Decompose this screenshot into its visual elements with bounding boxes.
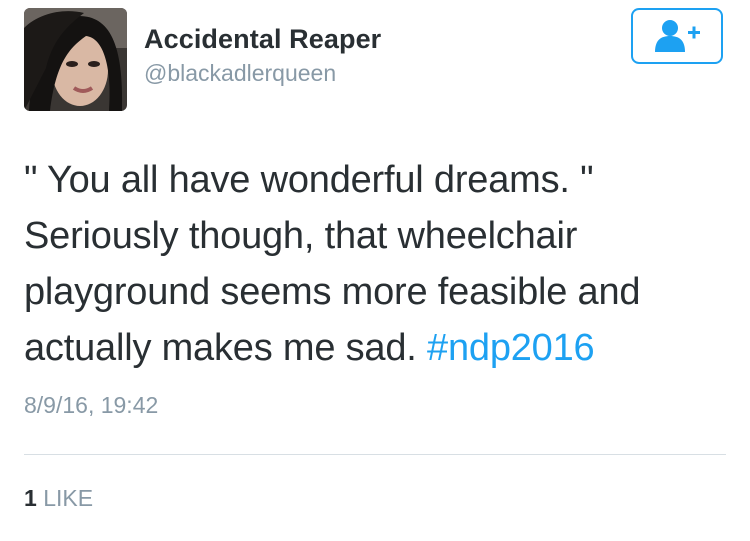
display-name[interactable]: Accidental Reaper [144, 24, 381, 55]
tweet-timestamp: 8/9/16, 19:42 [24, 392, 159, 418]
tweet-text-line: actually makes me sad. #ndp2016 [24, 320, 724, 376]
follow-button[interactable] [631, 8, 723, 64]
follow-user-plus-icon [655, 20, 700, 52]
like-label: LIKE [43, 485, 94, 511]
divider [24, 454, 726, 455]
user-handle[interactable]: @blackadlerqueen [144, 60, 336, 87]
tweet-text-segment: actually makes me sad. [24, 327, 428, 369]
tweet-text: " You all have wonderful dreams. " Serio… [24, 152, 724, 376]
like-count-stat[interactable]: 1 LIKE [24, 485, 93, 512]
tweet-text-line: playground seems more feasible and [24, 271, 641, 313]
user-avatar-photo-icon [24, 8, 127, 111]
hashtag-link[interactable]: #ndp2016 [427, 327, 595, 369]
avatar[interactable] [24, 8, 127, 111]
tweet-text-line: Seriously though, that wheelchair [24, 215, 578, 257]
tweet-text-line: " You all have wonderful dreams. " [24, 159, 594, 201]
like-count: 1 [24, 485, 37, 511]
